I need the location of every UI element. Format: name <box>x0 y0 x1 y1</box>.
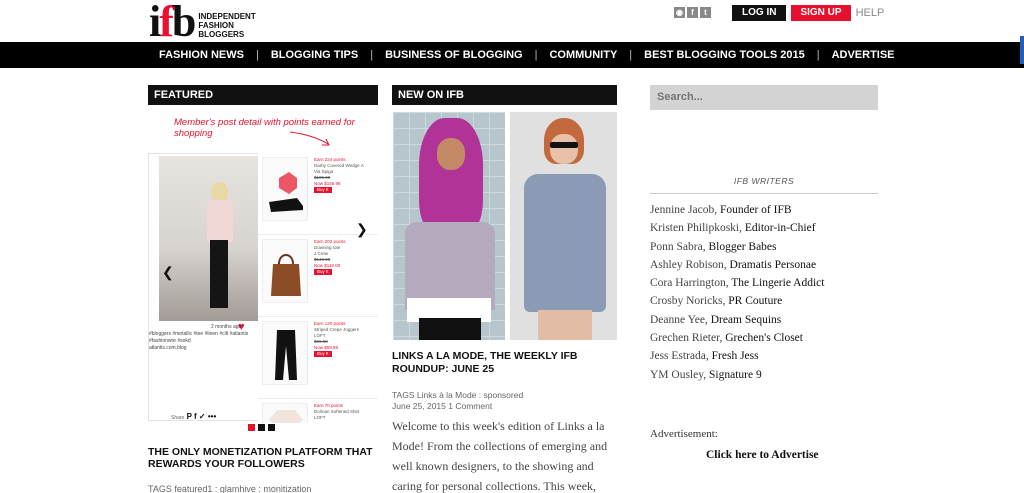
article-title[interactable]: LINKS A LA MODE, THE WEEKLY IFB ROUNDUP:… <box>392 350 622 376</box>
writer-item[interactable]: YM Ousley, Signature 9 <box>650 366 824 384</box>
more-icon[interactable]: ••• <box>208 412 216 421</box>
twitter-share-icon[interactable]: ✓ <box>199 412 206 421</box>
buy-button[interactable]: Buy It <box>314 351 332 357</box>
product-image <box>262 239 308 303</box>
featured-title[interactable]: THE ONLY MONETIZATION PLATFORM THAT REWA… <box>148 446 388 470</box>
carousel-dots <box>248 424 275 431</box>
product-image <box>262 321 308 385</box>
article-date: June 25, 2015 <box>392 401 446 411</box>
member-photo <box>159 156 273 321</box>
rss-icon[interactable]: ◉ <box>674 7 685 18</box>
wedge-shoe-icon <box>269 172 303 212</box>
post-site: atlantis.com.blog <box>149 345 187 351</box>
carousel-dot[interactable] <box>268 424 275 431</box>
logo-line-1: INDEPENDENT <box>198 12 256 21</box>
signup-button[interactable]: SIGN UP <box>791 5 851 21</box>
buy-button[interactable]: Buy It <box>314 269 332 275</box>
help-link[interactable]: HELP <box>856 7 885 19</box>
carousel-next-icon[interactable]: ❯ <box>356 221 368 238</box>
scroll-edge <box>1020 36 1024 64</box>
nav-business-of-blogging[interactable]: BUSINESS OF BLOGGING <box>373 49 535 61</box>
product-image <box>262 403 308 423</box>
product-image <box>262 157 308 221</box>
writer-item[interactable]: Ponn Sabra, Blogger Babes <box>650 238 824 256</box>
annotation-arrow-icon <box>289 131 330 146</box>
auth-links: LOG IN SIGN UP HELP <box>732 5 884 21</box>
product-item[interactable]: Earn 70 points Dolman Softened Shirt LOF… <box>258 399 378 423</box>
writer-item[interactable]: Kristen Philipkoski, Editor-in-Chief <box>650 219 824 237</box>
post-time: 2 months ago <box>211 324 242 330</box>
writer-item[interactable]: Jess Estrada, Fresh Jess <box>650 347 824 365</box>
social-links: ◉ f t <box>674 7 711 18</box>
writer-item[interactable]: Grechen Rieter, Grechen's Closet <box>650 329 824 347</box>
logo-line-3: BLOGGERS <box>198 30 245 39</box>
advertise-link[interactable]: Click here to Advertise <box>706 449 819 461</box>
logo-line-2: FASHION <box>198 21 234 30</box>
carousel-prev-icon[interactable]: ❮ <box>162 264 174 281</box>
writers-list: Jennine Jacob, Founder of IFB Kristen Ph… <box>650 201 824 384</box>
ifb-logo[interactable]: ifb INDEPENDENT FASHION BLOGGERS <box>149 0 256 46</box>
carousel-dot[interactable] <box>258 424 265 431</box>
share-row: Share P f ✓ ••• <box>171 412 216 421</box>
logo-mark: ifb <box>149 0 196 46</box>
tote-bag-icon <box>271 254 301 296</box>
article-excerpt: Welcome to this week's edition of Links … <box>392 419 608 493</box>
product-list: Earn 224 points Darby Covered Wedge A Vi… <box>258 153 378 423</box>
carousel-dot[interactable] <box>248 424 255 431</box>
facebook-share-icon[interactable]: f <box>194 412 197 421</box>
article-comments[interactable]: 1 Comment <box>448 401 492 411</box>
advertisement-label: Advertisement: <box>650 428 718 440</box>
nav-advertise[interactable]: ADVERTISE <box>820 49 907 61</box>
new-on-ifb-heading: NEW ON IFB <box>392 85 617 105</box>
login-button[interactable]: LOG IN <box>732 5 787 21</box>
post-hashtags: #bloggers #metallic #tee #linen #cilt #a… <box>149 331 249 344</box>
logo-text: INDEPENDENT FASHION BLOGGERS <box>198 12 255 39</box>
product-item[interactable]: Earn 202 points Downing tote J.Crew $148… <box>258 235 378 317</box>
nav-blogging-tips[interactable]: BLOGGING TIPS <box>259 49 370 61</box>
nav-fashion-news[interactable]: FASHION NEWS <box>147 49 256 61</box>
article-image-right[interactable] <box>510 112 617 340</box>
divider <box>650 193 878 194</box>
article-meta: June 25, 2015 1 Comment <box>392 401 492 411</box>
product-item[interactable]: Earn 120 points Striped Crepe Joggers LO… <box>258 317 378 399</box>
share-label: Share <box>171 415 185 421</box>
writer-item[interactable]: Jennine Jacob, Founder of IFB <box>650 201 824 219</box>
writer-item[interactable]: Cora Harrington, The Lingerie Addict <box>650 274 824 292</box>
product-brand: LOFT <box>314 415 326 420</box>
facebook-icon[interactable]: f <box>687 7 698 18</box>
featured-image[interactable]: Member's post detail with points earned … <box>148 113 378 423</box>
featured-heading: FEATURED <box>148 85 378 105</box>
nav-community[interactable]: COMMUNITY <box>537 49 629 61</box>
member-post-card: ❮ ♥ 2 months ago #bloggers #metallic #te… <box>148 153 275 421</box>
twitter-icon[interactable]: t <box>700 7 711 18</box>
writer-item[interactable]: Deanne Yee, Dream Sequins <box>650 311 824 329</box>
pinterest-icon[interactable]: P <box>187 412 192 421</box>
nav-best-blogging-tools[interactable]: BEST BLOGGING TOOLS 2015 <box>632 49 817 61</box>
writer-item[interactable]: Ashley Robison, Dramatis Personae <box>650 256 824 274</box>
joggers-icon <box>275 330 297 380</box>
shirt-icon <box>269 410 303 423</box>
writer-item[interactable]: Crosby Noricks, PR Couture <box>650 292 824 310</box>
main-nav: FASHION NEWS | BLOGGING TIPS | BUSINESS … <box>0 42 1024 68</box>
search-input[interactable] <box>650 85 878 110</box>
featured-annotation: Member's post detail with points earned … <box>174 117 355 139</box>
article-image-left[interactable] <box>393 112 505 340</box>
article-tags[interactable]: TAGS Links à la Mode : sponsored <box>392 390 523 400</box>
buy-button[interactable]: Buy It <box>314 187 332 193</box>
featured-tags[interactable]: TAGS featured1 : glamhive : monitization <box>148 484 311 493</box>
writers-title: IFB WRITERS <box>733 176 795 186</box>
